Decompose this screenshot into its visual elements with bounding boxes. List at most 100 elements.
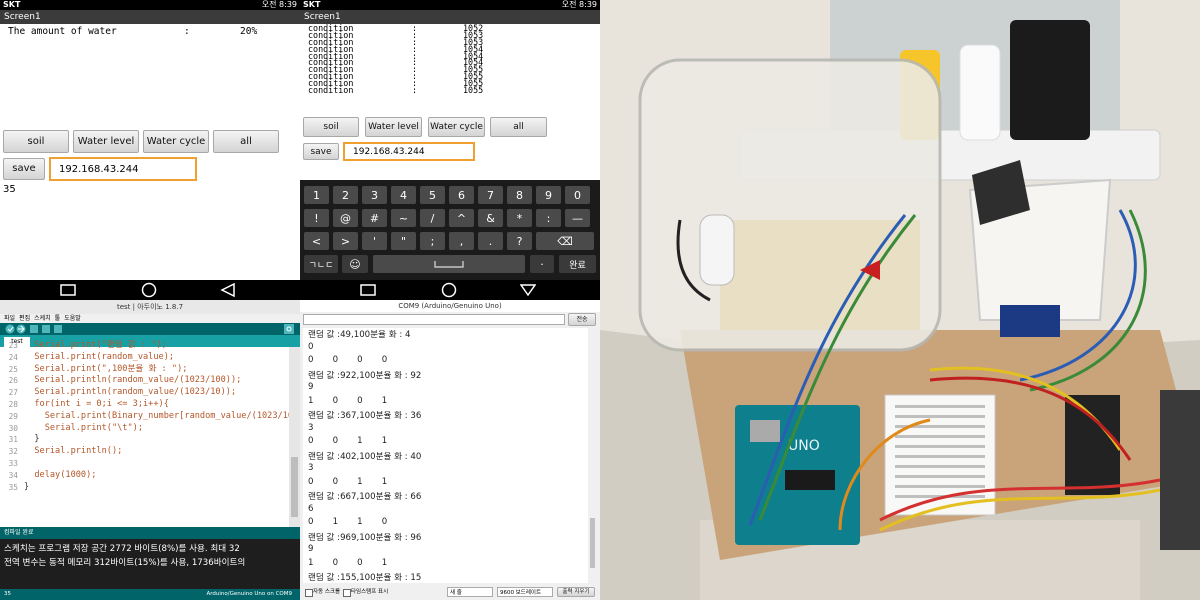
serial-line: 6 (308, 503, 314, 514)
ip-address-input[interactable]: 192.168.43.244 (343, 142, 475, 161)
keyboard-key[interactable]: — (565, 209, 590, 227)
code-editor[interactable]: 23 24 25 26 27 28 29 30 31 32 33 34 35 Serial.print(… (0, 340, 289, 527)
menu-item[interactable]: 툴 (55, 315, 61, 322)
serial-input[interactable] (303, 314, 565, 325)
keyboard-key[interactable]: 4 (391, 186, 416, 204)
ide-toolbar (0, 323, 300, 335)
all-button[interactable]: all (213, 130, 279, 153)
keyboard-key[interactable]: * (507, 209, 532, 227)
android-nav-bar (0, 280, 300, 300)
condition-separator: : (412, 85, 418, 96)
ip-address-input[interactable]: 192.168.43.244 (49, 157, 197, 181)
keyboard-key[interactable]: 6 (449, 186, 474, 204)
android-nav-bar (300, 280, 600, 300)
keyboard-key[interactable]: . (478, 232, 503, 250)
home-icon[interactable] (440, 282, 458, 298)
korean-mode-key[interactable]: ㄱㄴㄷ (304, 255, 338, 273)
keyboard-key[interactable]: & (478, 209, 503, 227)
keyboard-key[interactable]: , (449, 232, 474, 250)
status-bar: SKT 오전 8:39 (0, 0, 300, 10)
console-line: 전역 변수는 동적 메모리 312바이트(15%)를 사용, 1736바이트의 (4, 558, 246, 568)
menu-item[interactable]: 도움말 (64, 315, 81, 322)
code-line: delay(1000); (24, 469, 97, 480)
soil-button[interactable]: soil (3, 130, 69, 153)
keyboard-key[interactable]: : (536, 209, 561, 227)
carrier-label: SKT (3, 0, 21, 9)
keyboard-key[interactable]: ! (304, 209, 329, 227)
dot-key[interactable]: · (530, 255, 554, 273)
keyboard-key[interactable]: > (333, 232, 358, 250)
line-number: 30 (8, 423, 18, 433)
keyboard-key[interactable]: ; (420, 232, 445, 250)
sensor-reading: 35 (3, 184, 16, 195)
line-ending-select[interactable]: 새 줄 (447, 587, 493, 597)
motor-driver (1065, 395, 1120, 495)
line-number: 34 (8, 470, 18, 480)
keyboard-key[interactable]: 0 (565, 186, 590, 204)
back-down-icon[interactable] (520, 283, 536, 297)
clear-output-button[interactable]: 출력 지우기 (557, 587, 595, 597)
code-line: Serial.print(random_value); (24, 351, 175, 362)
keyboard-key[interactable]: < (304, 232, 329, 250)
line-number: 28 (8, 399, 18, 409)
condition-list: condition:1052 condition:1053 condition:10… (308, 24, 508, 96)
backspace-key[interactable]: ⌫ (536, 232, 594, 250)
all-button[interactable]: all (490, 117, 547, 137)
keyboard-key[interactable]: @ (333, 209, 358, 227)
keyboard-key[interactable]: 2 (333, 186, 358, 204)
home-icon[interactable] (140, 282, 158, 298)
back-icon[interactable] (220, 283, 236, 297)
serial-line: 랜덤 값 :367,100분율 화 : 36 (308, 411, 422, 421)
water-cycle-button[interactable]: Water cycle (143, 130, 209, 153)
menu-item[interactable]: 편집 (19, 315, 30, 322)
water-level-button[interactable]: Water level (365, 117, 422, 137)
done-key[interactable]: 완료 (559, 255, 596, 273)
autoscroll-checkbox[interactable] (305, 589, 313, 597)
serial-line: 0 0 1 1 (308, 436, 388, 446)
serial-scrollbar[interactable] (588, 328, 597, 583)
keyboard-key[interactable]: # (362, 209, 387, 227)
keyboard-key[interactable]: ^ (449, 209, 474, 227)
water-separator: : (184, 26, 190, 37)
sensor-module (1000, 305, 1060, 337)
keyboard-key[interactable]: 1 (304, 186, 329, 204)
recent-apps-icon[interactable] (60, 284, 76, 296)
keyboard-key[interactable]: 5 (420, 186, 445, 204)
emoji-key[interactable]: ☺ (342, 255, 368, 273)
serial-line: 랜덤 값 :667,100분율 화 : 66 (308, 492, 422, 502)
keyboard-key[interactable]: 7 (478, 186, 503, 204)
keyboard-key[interactable]: 9 (536, 186, 561, 204)
serial-line: 랜덤 값 :155,100분율 화 : 15 (308, 573, 422, 583)
editor-scrollbar[interactable] (289, 347, 300, 527)
keyboard-key[interactable]: ? (507, 232, 532, 250)
menu-item[interactable]: 파일 (4, 315, 15, 322)
recent-apps-icon[interactable] (360, 284, 376, 296)
save-button[interactable]: save (3, 158, 45, 180)
code-line: Serial.println(); (24, 446, 123, 457)
keyboard-key[interactable]: " (391, 232, 416, 250)
serial-monitor-window: COM9 (Arduino/Genuino Uno) 전송 랜덤 값 :49,1… (300, 300, 600, 600)
water-level-button[interactable]: Water level (73, 130, 139, 153)
keyboard-key[interactable]: 8 (507, 186, 532, 204)
water-pump (699, 214, 735, 286)
serial-monitor-icon[interactable] (284, 324, 294, 334)
water-cycle-button[interactable]: Water cycle (428, 117, 485, 137)
keyboard-key[interactable]: 3 (362, 186, 387, 204)
save-button[interactable]: save (303, 143, 339, 160)
soft-keyboard: 1234567890 ! @ # ~ / ^ & *: — < > ' ";,.? ⌫ ㄱㄴㄷ ☺ · … (300, 180, 600, 280)
timestamp-checkbox[interactable] (343, 589, 351, 597)
toolbar-icons[interactable] (5, 324, 65, 334)
baud-rate-select[interactable]: 9600 보드레이트 (497, 587, 553, 597)
keyboard-key[interactable]: ~ (391, 209, 416, 227)
serial-title-bar: COM9 (Arduino/Genuino Uno) (300, 300, 600, 312)
serial-line: 랜덤 값 :49,100분율 화 : 4 (308, 330, 411, 340)
serial-line: 1 0 0 1 (308, 395, 388, 406)
keyboard-key[interactable]: ' (362, 232, 387, 250)
keyboard-key[interactable]: / (420, 209, 445, 227)
black-adapter (1010, 20, 1090, 140)
space-key[interactable] (373, 255, 525, 273)
send-button[interactable]: 전송 (568, 313, 596, 326)
menu-item[interactable]: 스케치 (34, 315, 51, 322)
soil-button[interactable]: soil (303, 117, 359, 137)
